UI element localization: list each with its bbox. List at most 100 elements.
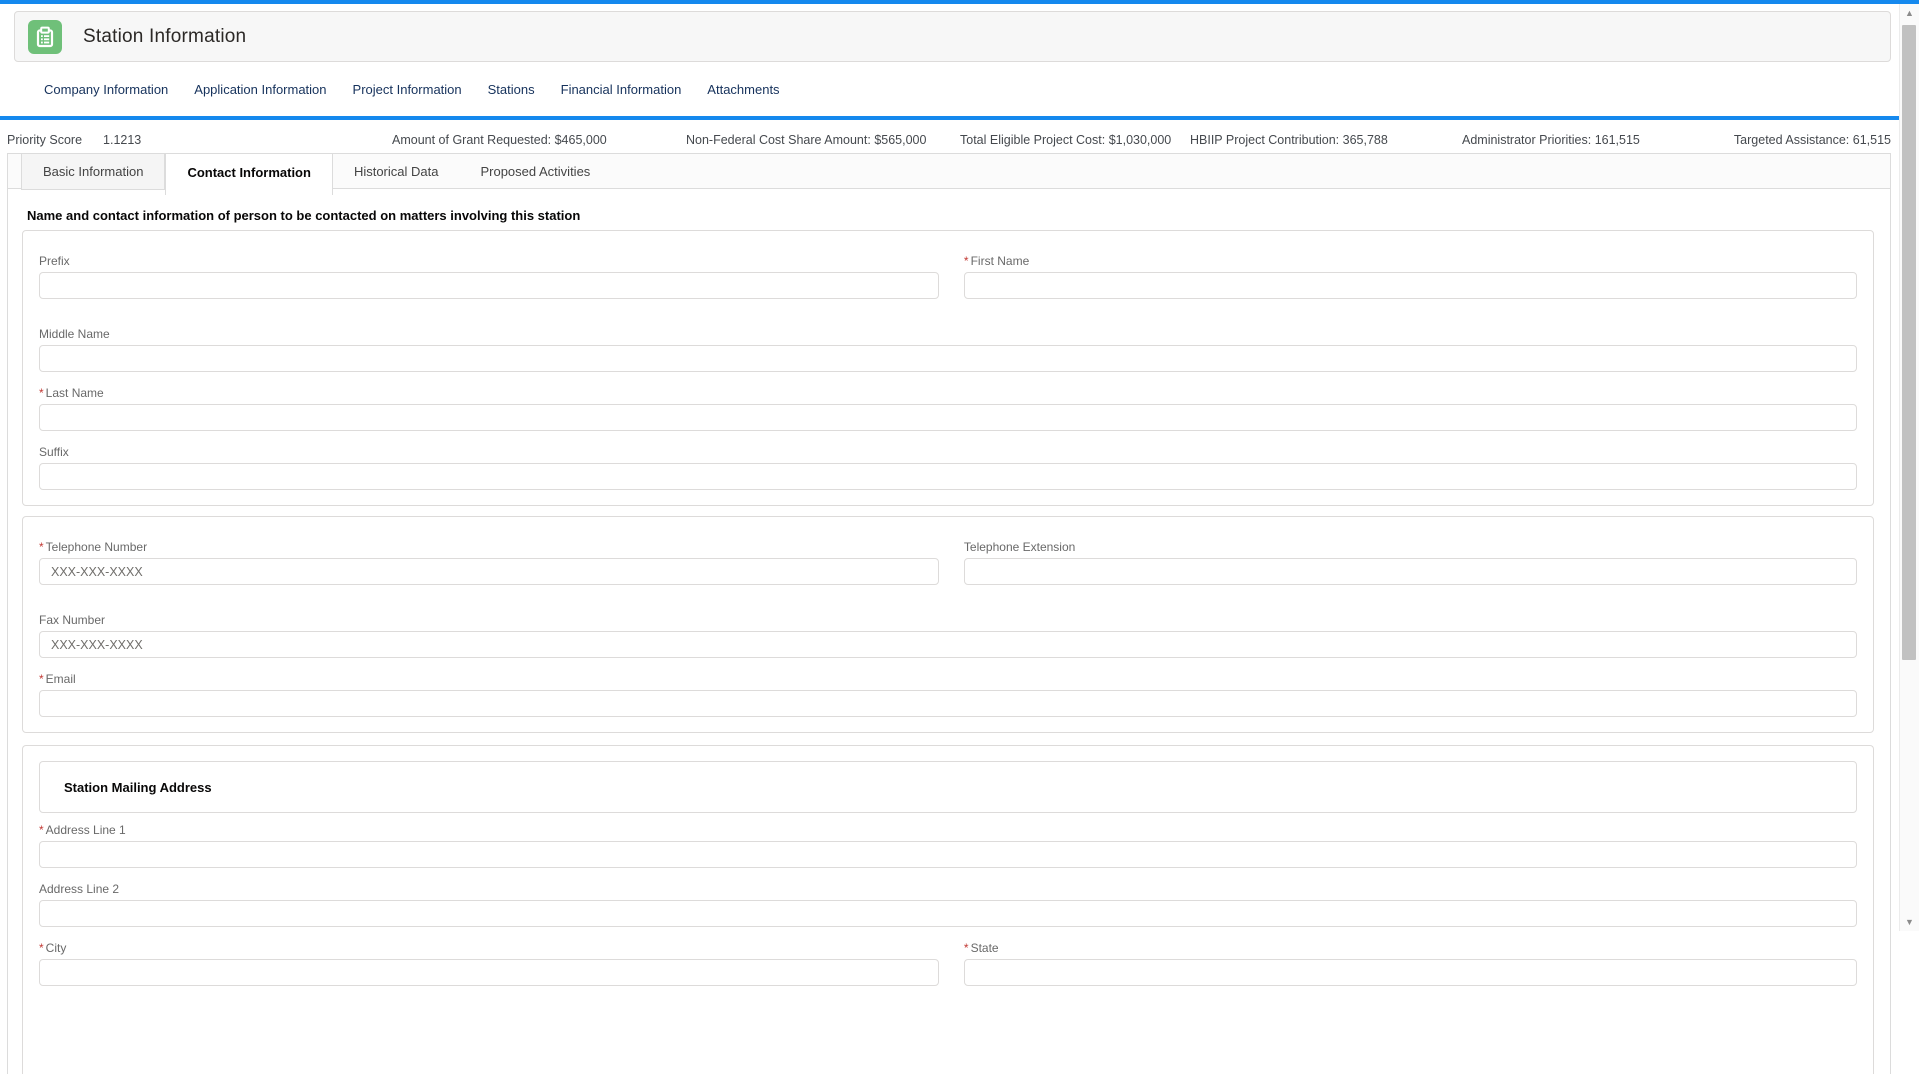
city-field-group: * City — [39, 941, 939, 986]
non-federal-cost-share-value: $565,000 — [874, 133, 927, 147]
email-field-group: * Email — [39, 672, 1857, 717]
targeted-assistance-label: Targeted Assistance: — [1733, 133, 1850, 147]
required-marker: * — [39, 540, 44, 554]
required-marker: * — [39, 823, 44, 837]
targeted-assistance: Targeted Assistance: 61,515 — [1725, 133, 1891, 148]
extension-label: Telephone Extension — [964, 540, 1857, 554]
telephone-input[interactable] — [39, 558, 939, 585]
first-name-input[interactable] — [963, 272, 1857, 299]
extension-label-text: Telephone Extension — [963, 540, 1076, 554]
scrollbar-down-icon[interactable]: ▼ — [1900, 915, 1919, 929]
total-eligible-cost-value: $1,030,000 — [1108, 133, 1172, 147]
suffix-field-group: Suffix — [39, 445, 1857, 490]
tab-basic-information[interactable]: Basic Information — [21, 153, 166, 190]
fax-input[interactable] — [39, 631, 1857, 658]
hbiip-contribution: HBIIP Project Contribution: 365,788 — [1190, 133, 1462, 148]
prefix-label-text: Prefix — [39, 254, 70, 268]
grant-requested-value: $465,000 — [554, 133, 607, 147]
mailing-address-card: Station Mailing Address * Address Line 1 … — [22, 745, 1874, 1074]
page-header: Station Information — [14, 11, 1891, 62]
state-label-text: State — [970, 941, 999, 955]
middle-name-label-text: Middle Name — [39, 327, 110, 341]
mailing-address-title: Station Mailing Address — [64, 779, 212, 795]
last-name-label-text: Last Name — [45, 386, 104, 400]
name-card: Prefix * First Name Middle Name * Last Nam… — [22, 230, 1874, 506]
priority-bar: Priority Score 1.1213 Amount of Grant Re… — [0, 120, 1899, 153]
suffix-label-text: Suffix — [39, 445, 69, 459]
address1-label-text: Address Line 1 — [45, 823, 126, 837]
address1-field-group: * Address Line 1 — [39, 823, 1857, 868]
page-title: Station Information — [83, 25, 247, 47]
station-tab-panel: Basic Information Contact Information Hi… — [7, 153, 1891, 1074]
fax-field-group: Fax Number — [39, 613, 1857, 658]
grant-requested: Amount of Grant Requested: $465,000 — [392, 133, 686, 148]
city-input[interactable] — [39, 959, 939, 986]
station-sub-tabs: Basic Information Contact Information Hi… — [8, 153, 1890, 195]
extension-field-group: Telephone Extension — [963, 540, 1857, 599]
mailing-address-header: Station Mailing Address — [39, 761, 1857, 813]
city-label-text: City — [45, 941, 67, 955]
last-name-input[interactable] — [39, 404, 1857, 431]
tab-proposed-activities[interactable]: Proposed Activities — [459, 154, 611, 190]
required-marker: * — [963, 254, 969, 268]
scrollbar-thumb[interactable] — [1902, 25, 1916, 660]
clipboard-icon — [28, 19, 62, 54]
prefix-field-group: Prefix — [39, 254, 939, 299]
extension-input[interactable] — [963, 558, 1857, 585]
nav-tab-company-information[interactable]: Company Information — [44, 82, 168, 100]
middle-name-label: Middle Name — [39, 327, 1857, 341]
targeted-assistance-value: 61,515 — [1852, 133, 1891, 147]
nav-tab-application-information[interactable]: Application Information — [194, 82, 326, 100]
page: Station Information Company Information … — [0, 4, 1899, 1074]
first-name-label-text: First Name — [970, 254, 1030, 268]
suffix-label: Suffix — [39, 445, 1857, 459]
state-field-group: * State — [963, 941, 1857, 1000]
fax-label: Fax Number — [39, 613, 1857, 627]
required-marker: * — [39, 672, 44, 686]
priority-score-label: Priority Score — [7, 133, 83, 147]
last-name-label: * Last Name — [39, 386, 1857, 400]
suffix-input[interactable] — [39, 463, 1857, 490]
middle-name-field-group: Middle Name — [39, 327, 1857, 372]
prefix-input[interactable] — [39, 272, 939, 299]
hbiip-contribution-label: HBIIP Project Contribution: — [1190, 133, 1340, 147]
nav-tab-attachments[interactable]: Attachments — [707, 82, 779, 100]
city-label: * City — [39, 941, 939, 955]
first-name-field-group: * First Name — [963, 254, 1857, 313]
telephone-label-text: Telephone Number — [45, 540, 148, 554]
total-eligible-cost-label: Total Eligible Project Cost: — [960, 133, 1106, 147]
nav-tab-financial-information[interactable]: Financial Information — [561, 82, 682, 100]
email-input[interactable] — [39, 690, 1857, 717]
email-label: * Email — [39, 672, 1857, 686]
hbiip-contribution-value: 365,788 — [1342, 133, 1388, 147]
vertical-scrollbar[interactable]: ▲ ▼ — [1899, 4, 1919, 931]
state-input[interactable] — [963, 959, 1857, 986]
address2-label-text: Address Line 2 — [39, 882, 120, 896]
total-eligible-cost: Total Eligible Project Cost: $1,030,000 — [960, 133, 1190, 148]
top-accent-bar — [0, 0, 1919, 4]
address1-input[interactable] — [39, 841, 1857, 868]
email-label-text: Email — [45, 672, 76, 686]
administrator-priorities-value: 161,515 — [1594, 133, 1640, 147]
administrator-priorities-label: Administrator Priorities: — [1462, 133, 1592, 147]
fax-label-text: Fax Number — [39, 613, 106, 627]
phone-email-card: *Telephone Number Telephone Extension Fa… — [22, 516, 1874, 733]
scrollbar-up-icon[interactable]: ▲ — [1900, 6, 1919, 20]
grant-requested-label: Amount of Grant Requested: — [392, 133, 552, 147]
tab-contact-information[interactable]: Contact Information — [165, 153, 333, 195]
tab-historical-data[interactable]: Historical Data — [333, 154, 460, 190]
prefix-label: Prefix — [39, 254, 939, 268]
required-marker: * — [963, 941, 969, 955]
administrator-priorities: Administrator Priorities: 161,515 — [1462, 133, 1725, 148]
address1-label: * Address Line 1 — [39, 823, 1857, 837]
contact-section-heading: Name and contact information of person t… — [27, 208, 581, 223]
nav-tab-project-information[interactable]: Project Information — [353, 82, 462, 100]
nav-tab-stations[interactable]: Stations — [488, 82, 535, 100]
priority-score-value: 1.1213 — [103, 133, 142, 147]
middle-name-input[interactable] — [39, 345, 1857, 372]
telephone-label: * Telephone Number — [39, 540, 939, 554]
first-name-label: * First Name — [964, 254, 1857, 268]
non-federal-cost-share-label: Non-Federal Cost Share Amount: — [686, 133, 871, 147]
address2-input[interactable] — [39, 900, 1857, 927]
required-marker: * — [39, 386, 44, 400]
